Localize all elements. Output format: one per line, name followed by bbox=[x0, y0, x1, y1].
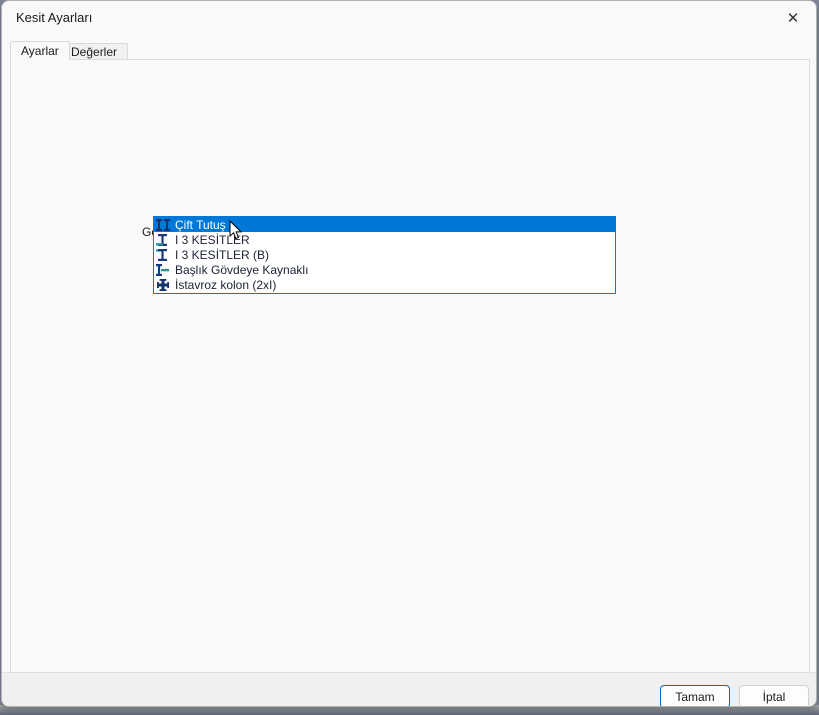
dropdown-item-i3-kesitler[interactable]: I 3 KESİTLER bbox=[154, 232, 615, 247]
method-dropdown-list: Çift Tutuş I 3 KESİTLER I 3 KESİTLER (B) bbox=[153, 216, 616, 294]
tab-ayarlar-label: Ayarlar bbox=[21, 44, 59, 58]
tab-page-ayarlar bbox=[10, 59, 810, 673]
screen: Kesit Ayarları ✕ Ayarlar Değerler Kesit … bbox=[0, 0, 819, 715]
flange-weld-icon bbox=[156, 264, 171, 276]
title-bar: Kesit Ayarları ✕ bbox=[2, 1, 816, 39]
cross-column-icon bbox=[156, 279, 171, 291]
dropdown-item-label: Çift Tutuş bbox=[175, 218, 226, 232]
dialog-title: Kesit Ayarları bbox=[16, 10, 92, 25]
dropdown-item-label: İstavroz kolon (2xI) bbox=[175, 278, 276, 292]
close-icon[interactable]: ✕ bbox=[780, 6, 806, 30]
dialog-kesit-ayarlari: Kesit Ayarları ✕ Ayarlar Değerler Kesit … bbox=[1, 0, 817, 707]
triple-section-b-icon bbox=[156, 249, 171, 261]
ok-button[interactable]: Tamam bbox=[660, 685, 730, 707]
dropdown-item-istavroz-kolon[interactable]: İstavroz kolon (2xI) bbox=[154, 278, 615, 293]
dropdown-item-baslik-govdeye-kaynakli[interactable]: Başlık Gövdeye Kaynaklı bbox=[154, 263, 615, 278]
dropdown-item-label: I 3 KESİTLER (B) bbox=[175, 248, 269, 262]
cancel-button[interactable]: İptal bbox=[739, 685, 809, 707]
dropdown-item-i3-kesitler-b[interactable]: I 3 KESİTLER (B) bbox=[154, 247, 615, 262]
dropdown-item-cift-tutus[interactable]: Çift Tutuş bbox=[154, 217, 615, 232]
double-i-beam-icon bbox=[156, 219, 171, 231]
tab-ayarlar[interactable]: Ayarlar bbox=[10, 41, 70, 60]
ok-button-label: Tamam bbox=[675, 690, 714, 704]
mouse-cursor-icon bbox=[229, 220, 243, 241]
tab-degerler[interactable]: Değerler bbox=[60, 43, 128, 60]
triple-section-icon bbox=[156, 234, 171, 246]
dropdown-item-label: Başlık Gövdeye Kaynaklı bbox=[175, 263, 308, 277]
tab-degerler-label: Değerler bbox=[71, 45, 117, 59]
cancel-button-label: İptal bbox=[763, 690, 786, 704]
